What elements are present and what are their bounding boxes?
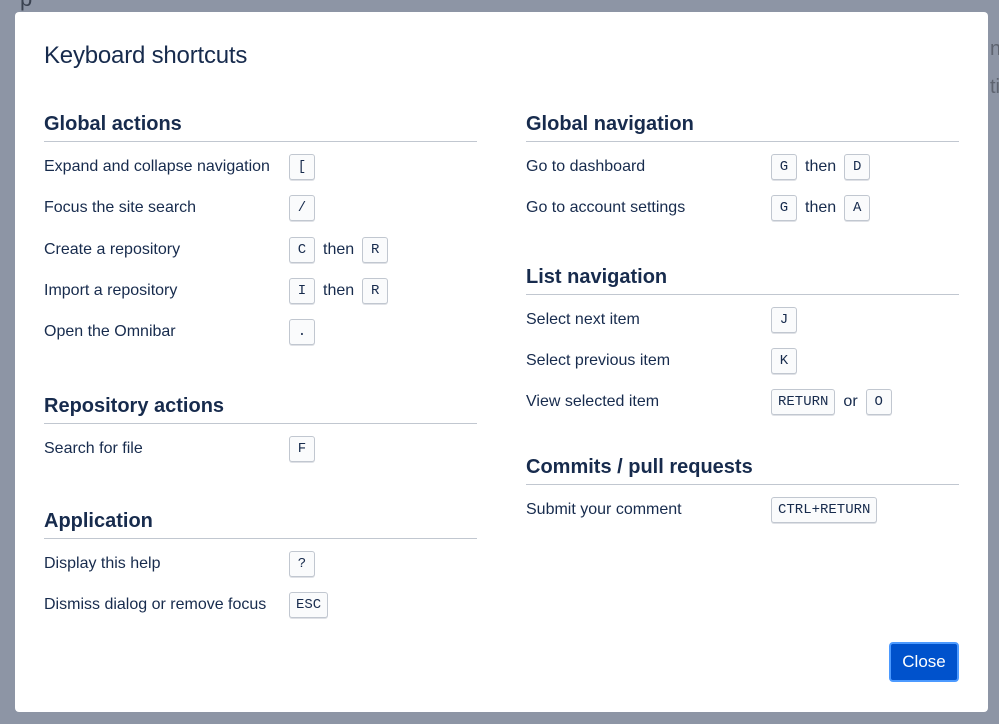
shortcut-label: Display this help	[44, 554, 161, 572]
shortcut-label: Create a repository	[44, 240, 181, 258]
shortcut-row: Display this help?	[44, 550, 477, 592]
key-cap: CTRL+RETURN	[771, 497, 878, 524]
shortcut-row: View selected item RETURN or O	[526, 389, 959, 430]
shortcut-label: Open the Omnibar	[44, 323, 176, 341]
shortcut-row: Select previous item K	[526, 347, 959, 389]
section-heading: Global navigation	[526, 112, 959, 142]
key-separator: then	[805, 158, 837, 175]
key-cap: I	[289, 277, 315, 304]
shortcut-row: Submit your comment CTRL+RETURN	[526, 497, 959, 538]
shortcut-label: Select next item	[526, 310, 640, 328]
close-button[interactable]: Close	[889, 642, 959, 682]
key-cap: C	[289, 236, 315, 263]
shortcut-label: Go to account settings	[526, 199, 686, 217]
key-cap: F	[289, 436, 315, 463]
key-cap: RETURN	[771, 389, 836, 416]
key-cap: ESC	[289, 592, 329, 619]
shortcut-row: Create a repository Cthen R	[44, 236, 477, 278]
shortcut-row: Expand and collapse navigation [	[44, 154, 477, 195]
section-heading: Application	[44, 509, 477, 539]
section-heading: Commits / pull requests	[526, 455, 959, 486]
shortcut-keys: F	[289, 436, 315, 463]
key-cap: G	[771, 195, 797, 222]
shortcut-label: Submit your comment	[526, 501, 682, 519]
section-list-navigation: List navigation Select next item J Select p…	[526, 265, 959, 431]
shortcut-label: Dismiss dialog or remove focus	[44, 596, 267, 614]
section-heading: Repository actions	[44, 394, 477, 425]
key-separator: then	[323, 240, 355, 258]
key-separator: then	[805, 199, 837, 217]
section-global-navigation: Global navigation Go to dashboard Gthen D Go…	[526, 112, 959, 237]
section-global-actions: Global actions Expand and collapse naviga…	[44, 112, 477, 360]
section-commits-pull-requests: Commits / pull requests Submit your comme…	[526, 455, 959, 538]
section-heading: Global actions	[44, 112, 477, 142]
key-cap: O	[865, 389, 892, 416]
shortcut-keys: RETURN or O	[771, 389, 892, 416]
shortcut-label: Focus the site search	[44, 199, 197, 217]
shortcut-row: Search for file F	[44, 436, 477, 477]
background-text-fragment: nt	[990, 38, 999, 60]
key-cap: G	[771, 154, 797, 180]
shortcut-keys: [	[289, 154, 315, 180]
shortcut-row: Go to dashboard Gthen D	[526, 154, 959, 195]
shortcut-keys: CTRL+RETURN	[771, 497, 878, 524]
shortcut-keys: J	[771, 306, 797, 333]
key-cap: /	[289, 195, 315, 222]
shortcut-row: Go to account settings Gthen A	[526, 195, 959, 236]
shortcut-keys: .	[289, 319, 315, 346]
key-cap: R	[362, 277, 389, 304]
left-column: Global actions Expand and collapse naviga…	[44, 112, 477, 633]
shortcut-label: Expand and collapse navigation	[44, 158, 270, 175]
section-heading: List navigation	[526, 265, 959, 295]
shortcut-label: Select previous item	[526, 351, 671, 369]
shortcut-row: Select next item J	[526, 306, 959, 348]
key-cap: J	[771, 306, 797, 333]
shortcut-keys: ?	[289, 550, 315, 577]
dialog-title: Keyboard shortcuts	[44, 42, 248, 69]
shortcut-row: Import a repository Ithen R	[44, 277, 477, 319]
background-text-fragment: tiv	[990, 76, 999, 98]
shortcut-label: View selected item	[526, 393, 660, 411]
key-cap: [	[289, 154, 315, 180]
shortcut-keys: Gthen A	[771, 195, 871, 222]
shortcut-row: Focus the site search /	[44, 195, 477, 236]
shortcut-keys: K	[771, 347, 797, 374]
shortcut-keys: Ithen R	[289, 277, 389, 304]
section-repository-actions: Repository actions Search for file F	[44, 394, 477, 477]
section-application: Application Display this help? Dismiss dia…	[44, 509, 477, 634]
shortcut-keys: ESC	[289, 592, 329, 619]
shortcut-keys: Cthen R	[289, 236, 389, 263]
shortcut-keys: Gthen D	[771, 154, 871, 180]
background-page-fragment: p	[20, 0, 32, 12]
shortcut-keys: /	[289, 195, 315, 222]
key-cap: K	[771, 347, 797, 374]
key-separator: then	[323, 281, 355, 299]
shortcut-label: Import a repository	[44, 281, 178, 299]
right-column: Global navigation Go to dashboard Gthen D Go…	[526, 112, 959, 539]
key-cap: D	[844, 154, 871, 180]
key-cap: A	[844, 195, 871, 222]
shortcut-row: Dismiss dialog or remove focus ESC	[44, 592, 477, 633]
shortcut-label: Search for file	[44, 440, 143, 458]
key-cap: ?	[289, 550, 315, 577]
key-separator: or	[843, 393, 858, 411]
key-cap: .	[289, 319, 315, 346]
key-cap: R	[362, 236, 389, 263]
shortcut-label: Go to dashboard	[526, 158, 646, 175]
shortcut-row: Open the Omnibar.	[44, 319, 477, 360]
keyboard-shortcuts-dialog: Keyboard shortcuts Global actions Expand …	[15, 12, 988, 712]
